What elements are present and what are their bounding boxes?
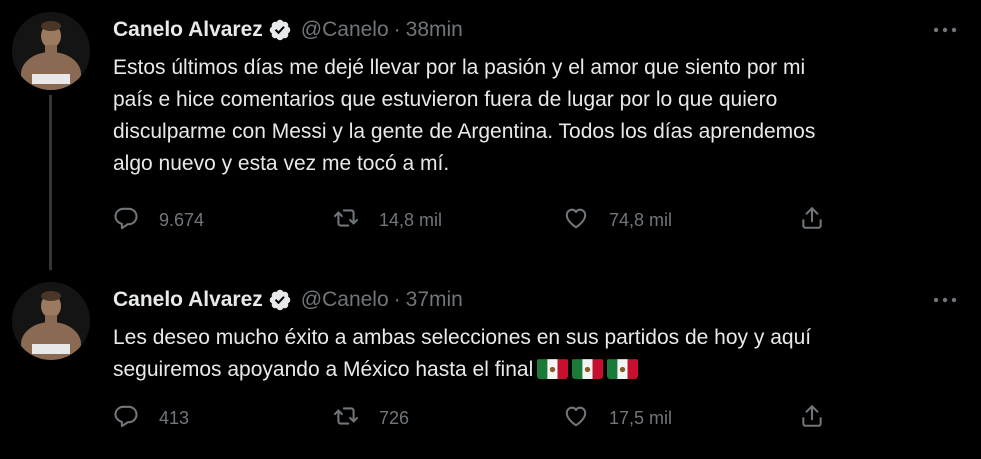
mexico-flag-icon xyxy=(537,358,569,379)
timestamp[interactable]: 37min xyxy=(406,288,463,312)
tweet[interactable]: Canelo Alvarez @Canelo · 38min Estos últ… xyxy=(0,0,981,270)
share-button[interactable] xyxy=(799,204,825,236)
avatar[interactable] xyxy=(12,282,90,360)
avatar[interactable] xyxy=(12,12,90,90)
tweet-text: Les deseo mucho éxito a ambas seleccione… xyxy=(113,322,963,386)
retweet-icon xyxy=(333,403,359,434)
like-button[interactable]: 74,8 mil xyxy=(563,204,672,236)
retweet-count: 726 xyxy=(379,407,410,428)
reply-button[interactable]: 413 xyxy=(113,402,189,434)
reply-icon xyxy=(113,403,139,434)
thread-line xyxy=(49,95,52,270)
handle[interactable]: @Canelo xyxy=(301,288,389,312)
more-icon[interactable] xyxy=(929,18,961,42)
display-name[interactable]: Canelo Alvarez xyxy=(113,18,263,42)
reply-icon xyxy=(113,205,139,236)
verified-icon xyxy=(268,18,292,42)
share-icon xyxy=(799,205,825,236)
mexico-flag-icon xyxy=(607,358,639,379)
tweet-text: Estos últimos días me dejé llevar por la… xyxy=(113,56,816,175)
like-count: 17,5 mil xyxy=(609,407,673,428)
tweet-header: Canelo Alvarez @Canelo · 38min xyxy=(113,15,463,45)
retweet-count: 14,8 mil xyxy=(379,209,443,230)
handle[interactable]: @Canelo xyxy=(301,18,389,42)
reply-count: 9.674 xyxy=(159,209,205,230)
separator: · xyxy=(393,18,401,41)
reply-count: 413 xyxy=(159,407,190,428)
like-count: 74,8 mil xyxy=(609,209,673,230)
tweet-header: Canelo Alvarez @Canelo · 37min xyxy=(113,285,463,315)
more-icon[interactable] xyxy=(929,288,961,312)
like-icon xyxy=(563,205,589,236)
tweet[interactable]: Canelo Alvarez @Canelo · 37min Les deseo… xyxy=(0,270,981,459)
like-icon xyxy=(563,403,589,434)
separator: · xyxy=(393,288,401,311)
like-button[interactable]: 17,5 mil xyxy=(563,402,672,434)
retweet-button[interactable]: 726 xyxy=(333,402,409,434)
action-bar: 9.674 14,8 mil 74,8 mil xyxy=(113,204,833,236)
share-icon xyxy=(799,403,825,434)
reply-button[interactable]: 9.674 xyxy=(113,204,204,236)
action-bar: 413 726 17,5 mil xyxy=(113,402,833,434)
share-button[interactable] xyxy=(799,402,825,434)
tweet-text-body: Les deseo mucho éxito a ambas seleccione… xyxy=(113,326,812,381)
retweet-button[interactable]: 14,8 mil xyxy=(333,204,442,236)
mexico-flag-icon xyxy=(572,358,604,379)
timestamp[interactable]: 38min xyxy=(406,18,463,42)
verified-icon xyxy=(268,288,292,312)
display-name[interactable]: Canelo Alvarez xyxy=(113,288,263,312)
retweet-icon xyxy=(333,205,359,236)
